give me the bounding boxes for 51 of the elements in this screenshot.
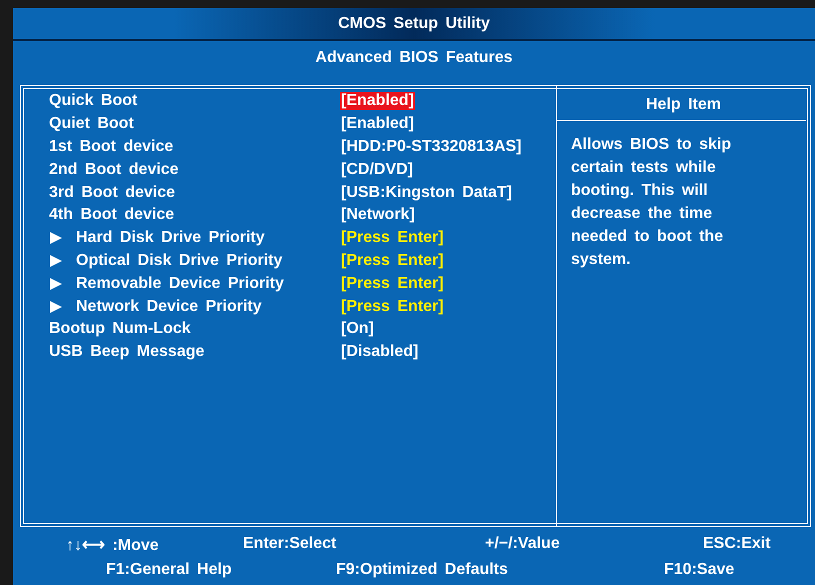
setting-value: [Press Enter] (340, 252, 445, 270)
setting-label: Bootup Num-Lock (49, 320, 191, 338)
key-hint: ↑↓⟷ :Move (66, 536, 159, 555)
setting-row[interactable]: Bootup Num-Lock [On] (49, 318, 556, 341)
triangle-icon (49, 276, 63, 291)
setting-row[interactable]: 2nd Boot device [CD/DVD] (49, 158, 556, 182)
triangle-icon (49, 254, 63, 268)
setting-value: [Press Enter] (340, 298, 445, 316)
key-hint: F10:Save (664, 561, 734, 579)
setting-value: [CD/DVD] (340, 160, 414, 179)
setting-row[interactable]: USB Beep Message [Disabled] (49, 340, 556, 364)
key-hint: F9:Optimized Defaults (336, 561, 508, 579)
setting-label: Optical Disk Drive Priority (76, 252, 282, 270)
help-title: Help Item (644, 95, 722, 115)
setting-value: [On] (340, 320, 375, 338)
setting-value: [Press Enter] (340, 274, 445, 293)
setting-row[interactable]: Quiet Boot [Enabled] (49, 112, 556, 136)
key-hint: ESC:Exit (703, 535, 771, 553)
setting-value: [Network] (340, 206, 416, 224)
setting-label: Hard Disk Drive Priority (76, 229, 265, 248)
setting-value: [Enabled] (340, 115, 415, 134)
setting-row[interactable]: Optical Disk Drive Priority [Press Enter] (49, 250, 556, 272)
window-title: CMOS Setup Utility (13, 8, 815, 41)
setting-row[interactable]: Quick Boot [Enabled] (49, 90, 556, 113)
triangle-icon (49, 300, 63, 314)
help-text: Allows BIOS to skip certain tests while booting. This will decrease the time needed to boot the system. (557, 120, 806, 271)
triangle-icon (49, 231, 63, 246)
setting-label: 2nd Boot device (49, 160, 179, 179)
key-hint: +/−/:Value (485, 535, 560, 553)
setting-label: 1st Boot device (49, 138, 174, 156)
setting-label: Quick Boot (49, 92, 138, 110)
setting-label: Network Device Priority (76, 298, 262, 316)
key-hint: Enter:Select (243, 535, 336, 553)
setting-row[interactable]: 3rd Boot device [USB:Kingston DataT] (49, 181, 556, 204)
setting-value: [HDD:P0-ST3320813AS] (340, 138, 523, 156)
setting-label: Removable Device Priority (76, 274, 284, 293)
setting-label: USB Beep Message (49, 343, 204, 362)
key-hint: F1:General Help (106, 561, 232, 579)
setting-row[interactable]: Hard Disk Drive Priority [Press Enter] (49, 226, 556, 250)
setting-row[interactable]: Removable Device Priority [Press Enter] (49, 272, 556, 296)
setting-label: 4th Boot device (49, 206, 174, 224)
setting-label: 3rd Boot device (49, 184, 176, 202)
setting-value: [Disabled] (340, 343, 420, 362)
setting-row[interactable]: 1st Boot device [HDD:P0-ST3320813AS] (49, 136, 556, 158)
setting-value: [Enabled] (340, 92, 415, 110)
setting-row[interactable]: 4th Boot device [Network] (49, 204, 556, 227)
setting-value: [USB:Kingston DataT] (340, 184, 513, 202)
setting-row[interactable]: Network Device Priority [Press Enter] (49, 295, 556, 318)
setting-label: Quiet Boot (49, 115, 134, 134)
page-title: Advanced BIOS Features (314, 48, 514, 68)
setting-value: [Press Enter] (340, 229, 445, 248)
